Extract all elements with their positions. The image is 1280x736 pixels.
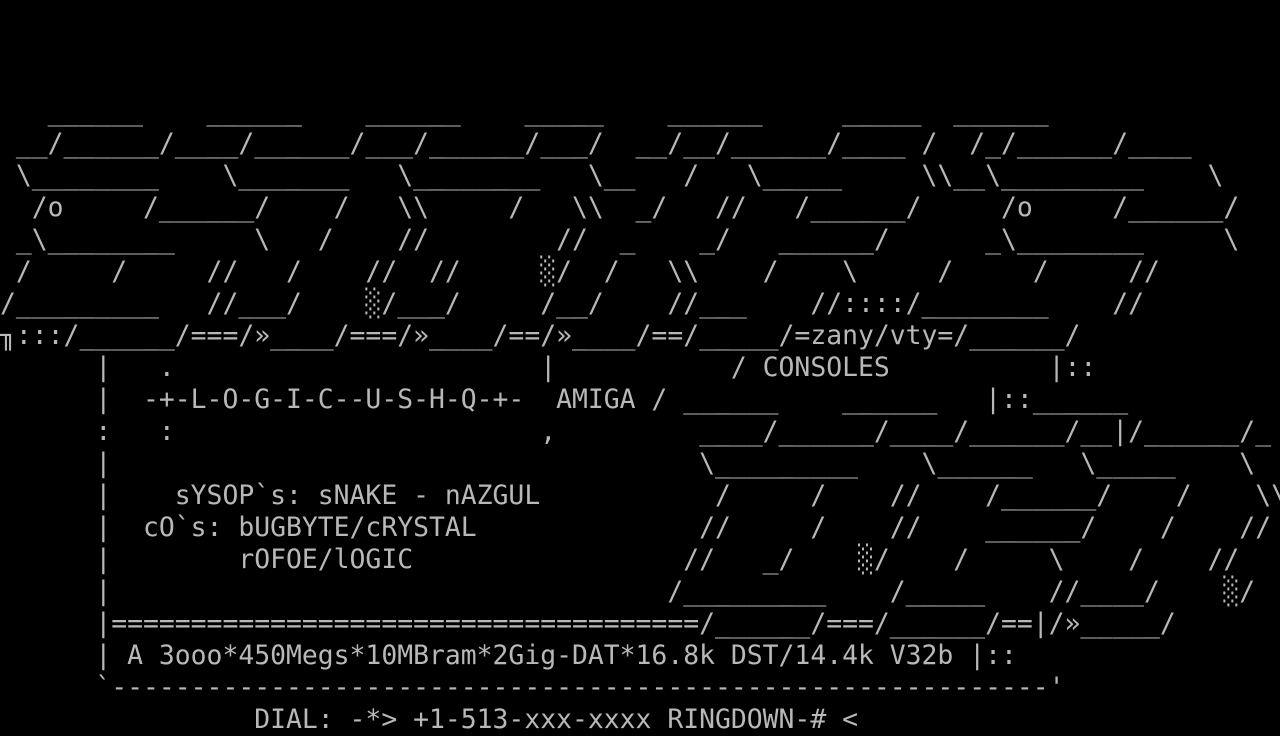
cosysop-line: | rOFOE/lOGIC // _/ ░/ / \ / // <box>0 544 1240 575</box>
consoles-line: | . | / CONSOLES |:: <box>0 352 1097 383</box>
screen-line <box>0 0 1280 32</box>
info-box-bottom-border: `---------------------------------------… <box>0 672 1065 703</box>
bbs-ansi-logo-screen: ______ ______ ______ _____ ______ _____ … <box>0 0 1280 736</box>
logo-line: _\________ \ / // // _ _/ ______/ _\____… <box>0 224 1240 255</box>
logo-line: /o /______/ / \\ / \\ _/ // /______/ /o … <box>0 192 1240 223</box>
info-box-divider: |=====================================/_… <box>0 608 1176 639</box>
cosysop-line: | cO`s: bUGBYTE/cRYSTAL // / // ______/ … <box>0 512 1272 543</box>
terminal-screen: ______ ______ ______ _____ ______ _____ … <box>0 0 1280 736</box>
info-box-line: | \_________ \______ \_____ \ <box>0 448 1256 479</box>
screen-line <box>0 32 1280 64</box>
sysop-line: | sYSOP`s: sNAKE - nAZGUL / / // /______… <box>0 480 1280 511</box>
bbs-name-line: | -+-L-O-G-I-C--U-S-H-Q-+- AMIGA / _____… <box>0 384 1129 415</box>
info-box-line: : : , ____/______/____/______/__|/______… <box>0 416 1272 447</box>
logo-line: /_________ //___/ ░/___/ /__/ //___ //::… <box>0 288 1144 319</box>
dial-number-line: DIAL: -*> +1-513-xxx-xxxx RINGDOWN-# < <box>0 704 858 735</box>
screen-line <box>0 64 1280 96</box>
logo-line: / / // / // // ░/ / \\ / \ / / // <box>0 256 1160 287</box>
logo-line: \________ \_______ \________ \__ / \____… <box>0 160 1224 191</box>
hardware-specs-line: | A 3ooo*450Megs*10MBram*2Gig-DAT*16.8k … <box>0 640 1017 671</box>
logo-line: ______ ______ ______ _____ ______ _____ … <box>0 96 1049 127</box>
logo-line: __/______/____/______/___/______/___/ __… <box>0 128 1192 159</box>
info-box-line: | /_________ /_____ //____/ ░/ <box>0 576 1256 607</box>
logo-credit-line: ╖:::/______/===/»____/===/»____/==/»____… <box>0 320 1081 351</box>
